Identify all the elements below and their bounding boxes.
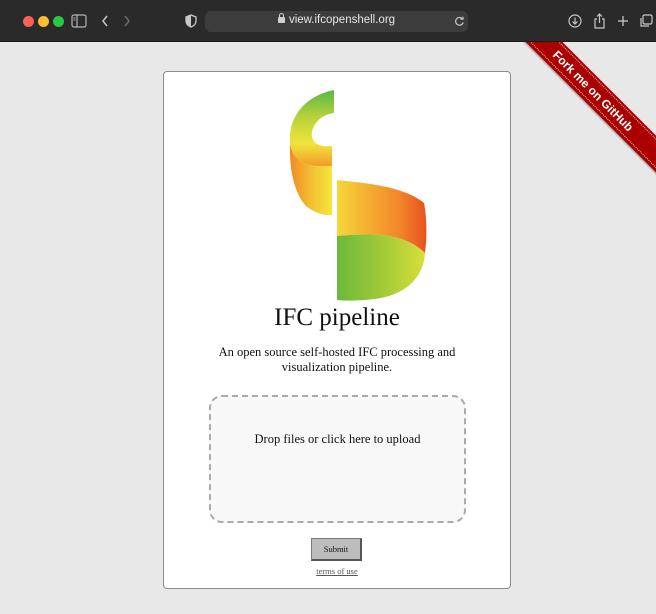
download-icon[interactable] — [566, 12, 584, 30]
page-description: An open source self-hosted IFC processin… — [218, 345, 456, 374]
lock-icon — [277, 13, 285, 23]
github-ribbon: Fork me on GitHub — [506, 42, 656, 192]
new-tab-icon[interactable] — [614, 12, 632, 30]
file-dropzone[interactable]: Drop files or click here to upload — [209, 395, 466, 523]
minimize-window-button[interactable] — [38, 16, 49, 27]
tabs-overview-icon[interactable] — [637, 12, 655, 30]
url-display: view.ifcopenshell.org — [205, 13, 468, 26]
shield-icon[interactable] — [182, 12, 200, 30]
close-window-button[interactable] — [23, 16, 34, 27]
ifcopenshell-logo-icon — [289, 90, 427, 301]
page-title: IFC pipeline — [274, 304, 400, 331]
upload-card: IFC pipeline An open source self-hosted … — [163, 71, 511, 589]
submit-button[interactable]: Submit — [311, 538, 362, 561]
reload-icon[interactable] — [452, 13, 466, 29]
fork-me-link[interactable]: Fork me on GitHub — [506, 42, 656, 182]
sidebar-icon[interactable] — [70, 12, 88, 30]
terms-of-use-link[interactable]: terms of use — [164, 566, 510, 576]
url-text: view.ifcopenshell.org — [288, 14, 396, 26]
back-icon[interactable] — [96, 12, 114, 30]
browser-toolbar: view.ifcopenshell.org — [0, 0, 656, 42]
forward-icon[interactable] — [118, 12, 136, 30]
address-bar[interactable]: view.ifcopenshell.org — [205, 11, 468, 32]
zoom-window-button[interactable] — [53, 16, 64, 27]
share-icon[interactable] — [590, 12, 608, 30]
ribbon-label: Fork me on GitHub — [549, 47, 637, 135]
dropzone-label: Drop files or click here to upload — [254, 432, 421, 446]
